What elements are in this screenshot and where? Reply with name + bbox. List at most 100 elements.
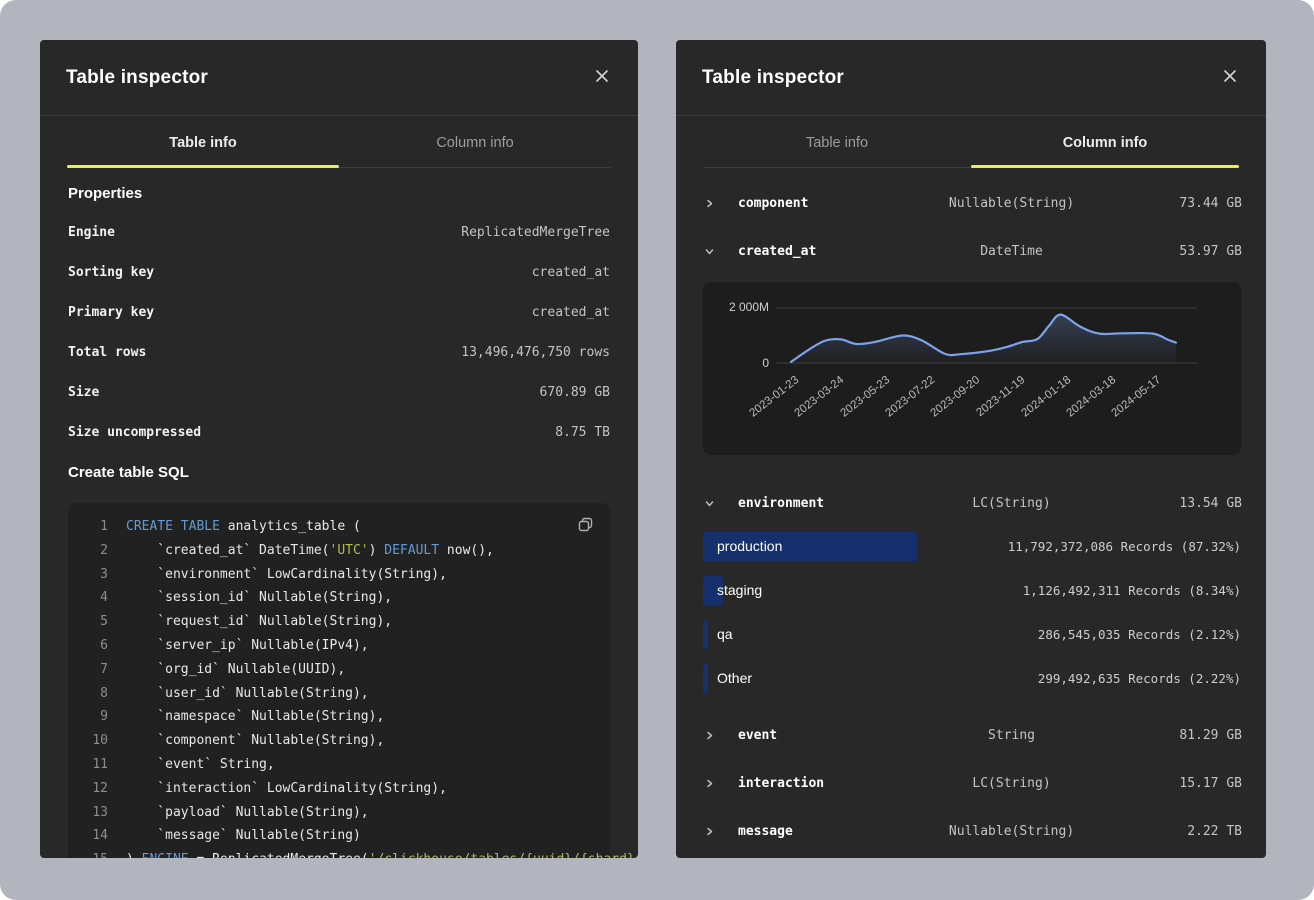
property-value: 8.75 TB xyxy=(555,425,610,440)
tab-column-info[interactable]: Column info xyxy=(971,116,1239,167)
chevron-right-icon xyxy=(704,730,738,741)
tab-column-info[interactable]: Column info xyxy=(339,116,611,167)
code-token-def: `component` Nullable(String), xyxy=(126,733,384,748)
tab-table-info[interactable]: Table info xyxy=(67,116,339,167)
code-line: 15) ENGINE = ReplicatedMergeTree('/click… xyxy=(80,848,596,858)
chart-area-fill xyxy=(791,315,1176,363)
column-type: String xyxy=(931,728,1092,743)
copy-button[interactable] xyxy=(572,513,598,539)
tab-label: Table info xyxy=(806,135,868,151)
code-line: 13 `payload` Nullable(String), xyxy=(80,801,596,825)
column-row-event[interactable]: event String 81.29 GB xyxy=(688,711,1254,759)
line-number: 13 xyxy=(80,801,108,825)
code-line: 1 CREATE TABLE analytics_table ( xyxy=(80,515,596,539)
copy-icon xyxy=(576,515,595,537)
column-row-message[interactable]: message Nullable(String) 2.22 TB xyxy=(688,807,1254,855)
column-type: Nullable(String) xyxy=(931,824,1092,839)
column-row-component[interactable]: component Nullable(String) 73.44 GB xyxy=(688,179,1254,227)
code-token-def: ) xyxy=(126,852,142,858)
column-row-created-at[interactable]: created_at DateTime 53.97 GB xyxy=(688,227,1254,275)
y-tick-label-zero: 0 xyxy=(703,356,769,370)
line-number: 1 xyxy=(80,515,108,539)
table-inspector-modal-table-info: Table inspector Table info Column info P… xyxy=(40,40,638,858)
environment-distribution: production 11,792,372,086 Records (87.32… xyxy=(703,532,1241,693)
code-text: CREATE TABLE analytics_table ( xyxy=(126,515,361,539)
property-label: Sorting key xyxy=(68,265,154,280)
code-text: `org_id` Nullable(UUID), xyxy=(126,658,345,682)
code-text: `server_ip` Nullable(IPv4), xyxy=(126,634,369,658)
code-token-def: `request_id` Nullable(String), xyxy=(126,614,392,629)
code-text: `created_at` DateTime('UTC') DEFAULT now… xyxy=(126,539,494,563)
code-text: ) ENGINE = ReplicatedMergeTree('/clickho… xyxy=(126,848,638,858)
property-label: Primary key xyxy=(68,305,154,320)
distribution-row-other: Other 299,492,635 Records (2.22%) xyxy=(703,664,1241,693)
column-size: 73.44 GB xyxy=(1092,196,1242,211)
code-token-kw: CREATE TABLE xyxy=(126,519,220,534)
code-line: 3 `environment` LowCardinality(String), xyxy=(80,563,596,587)
code-text: `namespace` Nullable(String), xyxy=(126,705,384,729)
chevron-right-icon xyxy=(704,778,738,789)
column-size: 53.97 GB xyxy=(1092,244,1242,259)
code-line: 7 `org_id` Nullable(UUID), xyxy=(80,658,596,682)
column-type: Nullable(String) xyxy=(931,196,1092,211)
close-button[interactable] xyxy=(586,62,618,94)
code-token-str: '/clickhouse/tables/{uuid}/{shard}' xyxy=(369,852,638,858)
distribution-records: 286,545,035 Records (2.12%) xyxy=(1038,620,1241,649)
code-token-def: ) xyxy=(369,543,385,558)
tab-table-info[interactable]: Table info xyxy=(703,116,971,167)
column-row-interaction[interactable]: interaction LC(String) 15.17 GB xyxy=(688,759,1254,807)
tab-bar: Table info Column info xyxy=(67,116,611,168)
sql-code-block[interactable]: 1CREATE TABLE analytics_table (2 `create… xyxy=(68,503,610,858)
code-line: 11 `event` String, xyxy=(80,753,596,777)
property-value: ReplicatedMergeTree xyxy=(461,225,610,240)
code-text: `request_id` Nullable(String), xyxy=(126,610,392,634)
code-token-def: `created_at` DateTime( xyxy=(126,543,330,558)
column-row-environment[interactable]: environment LC(String) 13.54 GB xyxy=(688,479,1254,527)
code-line: 14 `message` Nullable(String) xyxy=(80,824,596,848)
column-name: component xyxy=(738,196,931,211)
distribution-records: 1,126,492,311 Records (8.34%) xyxy=(1023,576,1241,605)
tab-label: Column info xyxy=(436,135,513,151)
column-name: event xyxy=(738,728,931,743)
code-token-str: 'UTC' xyxy=(330,543,369,558)
code-token-def: `namespace` Nullable(String), xyxy=(126,709,384,724)
code-text: `payload` Nullable(String), xyxy=(126,801,369,825)
code-token-def: analytics_table ( xyxy=(220,519,361,534)
property-value: 13,496,476,750 rows xyxy=(461,345,610,360)
code-token-def: = ReplicatedMergeTree( xyxy=(189,852,369,858)
property-label: Size xyxy=(68,385,99,400)
code-text: `message` Nullable(String) xyxy=(126,824,361,848)
line-number: 9 xyxy=(80,705,108,729)
code-token-def: `interaction` LowCardinality(String), xyxy=(126,781,447,796)
close-icon xyxy=(1223,69,1237,86)
tab-label: Table info xyxy=(169,135,236,151)
distribution-row-staging: staging 1,126,492,311 Records (8.34%) xyxy=(703,576,1241,605)
column-size: 2.22 TB xyxy=(1092,824,1242,839)
code-token-def: `payload` Nullable(String), xyxy=(126,805,369,820)
property-label: Total rows xyxy=(68,345,146,360)
code-token-def: `org_id` Nullable(UUID), xyxy=(126,662,345,677)
line-number: 14 xyxy=(80,824,108,848)
column-name: environment xyxy=(738,496,931,511)
code-lines: 1CREATE TABLE analytics_table (2 `create… xyxy=(80,515,596,858)
table-info-body: Properties Engine ReplicatedMergeTree So… xyxy=(40,185,638,858)
property-row-primary-key: Primary key created_at xyxy=(68,292,610,332)
code-line: 10 `component` Nullable(String), xyxy=(80,729,596,753)
column-size: 15.17 GB xyxy=(1092,776,1242,791)
code-token-def: `user_id` Nullable(String), xyxy=(126,686,369,701)
chevron-down-icon xyxy=(704,498,738,509)
code-token-kw: ENGINE xyxy=(142,852,189,858)
column-name: interaction xyxy=(738,776,931,791)
code-token-def: `environment` LowCardinality(String), xyxy=(126,567,447,582)
column-type: DateTime xyxy=(931,244,1092,259)
distribution-label: production xyxy=(703,538,782,554)
code-line: 2 `created_at` DateTime('UTC') DEFAULT n… xyxy=(80,539,596,563)
column-size: 13.54 GB xyxy=(1092,496,1242,511)
close-button[interactable] xyxy=(1214,62,1246,94)
line-number: 4 xyxy=(80,586,108,610)
line-number: 12 xyxy=(80,777,108,801)
y-tick-label-max: 2 000M xyxy=(703,300,769,314)
line-number: 2 xyxy=(80,539,108,563)
modal-header: Table inspector xyxy=(676,40,1266,116)
properties-heading: Properties xyxy=(68,185,610,202)
